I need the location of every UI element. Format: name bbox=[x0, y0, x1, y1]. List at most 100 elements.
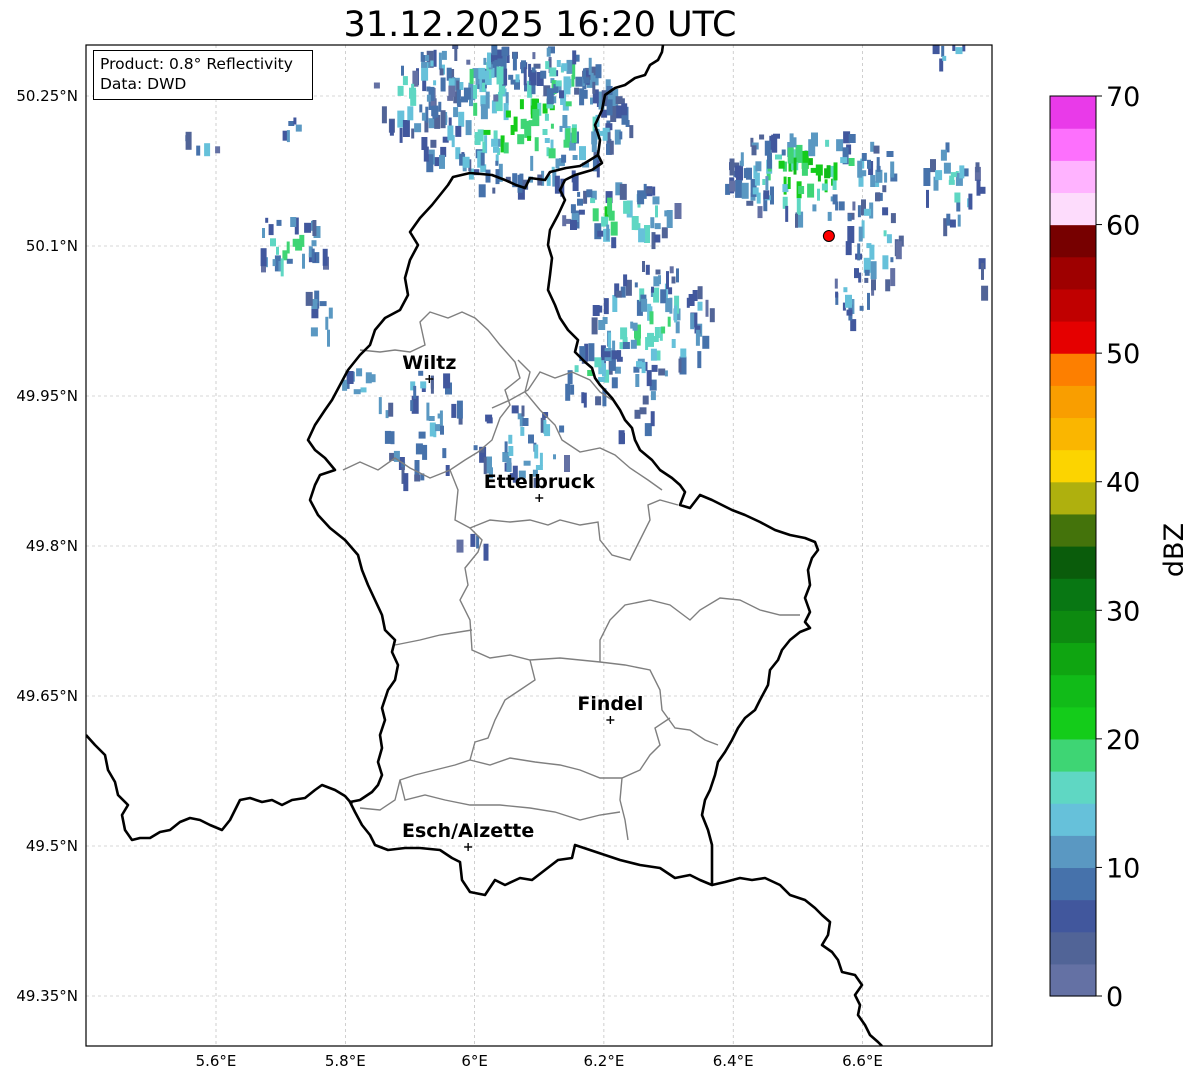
echo-pixel bbox=[952, 45, 956, 51]
echo-pixel bbox=[815, 164, 823, 176]
echo-pixel bbox=[397, 85, 404, 96]
echo-pixel bbox=[571, 127, 577, 143]
echo-pixel bbox=[440, 425, 444, 435]
echo-pixel bbox=[421, 112, 426, 121]
colorbar-segment bbox=[1050, 96, 1096, 129]
echo-pixel bbox=[949, 219, 956, 228]
echo-pixel bbox=[591, 317, 598, 335]
echo-pixel bbox=[544, 113, 549, 121]
city-label: Wiltz bbox=[402, 352, 456, 374]
echo-pixel bbox=[461, 96, 468, 103]
echo-pixel bbox=[520, 426, 525, 436]
echo-pixel bbox=[305, 291, 313, 306]
echo-pixel bbox=[676, 268, 679, 283]
echo-pixel bbox=[671, 276, 676, 284]
echo-pixel bbox=[807, 183, 815, 198]
echo-pixel bbox=[954, 192, 961, 203]
echo-pixel bbox=[443, 373, 451, 389]
echo-pixel bbox=[795, 144, 803, 163]
echo-pixel bbox=[428, 416, 435, 421]
echo-pixel bbox=[652, 196, 660, 205]
echo-pixel bbox=[632, 322, 638, 331]
echo-pixel bbox=[456, 539, 464, 553]
echo-pixel bbox=[562, 115, 568, 128]
echo-pixel bbox=[665, 303, 672, 313]
echo-pixel bbox=[505, 110, 511, 118]
echo-pixel bbox=[741, 182, 749, 199]
echo-pixel bbox=[293, 117, 297, 125]
echo-pixel bbox=[480, 152, 485, 166]
echo-pixel bbox=[588, 57, 592, 75]
echo-pixel bbox=[540, 70, 547, 79]
echo-pixel bbox=[825, 139, 830, 147]
echo-pixel bbox=[612, 340, 616, 352]
echo-pixel bbox=[674, 203, 682, 219]
echo-pixel bbox=[478, 67, 486, 79]
echo-pixel bbox=[883, 230, 887, 237]
echo-pixel bbox=[948, 179, 955, 185]
echo-pixel bbox=[501, 46, 509, 56]
echo-pixel bbox=[845, 241, 852, 256]
map-frame bbox=[85, 44, 993, 1047]
echo-pixel bbox=[752, 187, 759, 195]
echo-pixel bbox=[821, 183, 828, 191]
echo-pixel bbox=[451, 403, 457, 418]
echo-pixel bbox=[661, 326, 666, 334]
echo-pixel bbox=[690, 313, 695, 330]
city-label: Ettelbruck bbox=[484, 471, 595, 493]
echo-pixel bbox=[485, 70, 489, 85]
echo-pixel bbox=[735, 179, 743, 198]
canton-boundary-north bbox=[342, 311, 521, 479]
echo-pixel bbox=[615, 96, 623, 105]
echo-pixel bbox=[442, 448, 447, 459]
echo-pixel bbox=[801, 162, 808, 176]
echo-pixel bbox=[286, 258, 293, 264]
echo-pixel bbox=[583, 68, 586, 80]
echo-pixel bbox=[370, 374, 376, 383]
echo-pixel bbox=[598, 320, 606, 330]
echo-pixel bbox=[510, 125, 515, 135]
echo-pixel bbox=[414, 460, 420, 477]
echo-pixel bbox=[858, 226, 863, 242]
colorbar-segment bbox=[1050, 963, 1096, 997]
echo-pixel bbox=[740, 152, 744, 167]
echo-pixel bbox=[486, 417, 493, 424]
echo-pixel bbox=[611, 237, 617, 249]
echo-pixel bbox=[886, 234, 892, 244]
echo-pixel bbox=[597, 230, 604, 237]
colorbar-segment bbox=[1050, 835, 1096, 869]
echo-pixel bbox=[621, 103, 628, 116]
echo-pixel bbox=[751, 145, 757, 156]
echo-pixel bbox=[564, 455, 570, 472]
echo-pixel bbox=[295, 124, 302, 132]
echo-pixel bbox=[286, 241, 290, 254]
echo-pixel bbox=[968, 193, 973, 210]
echo-pixel bbox=[302, 253, 305, 269]
colorbar-tick-label: 0 bbox=[1106, 982, 1123, 1013]
echo-pixel bbox=[483, 543, 489, 561]
colorbar-segment bbox=[1050, 224, 1096, 258]
echo-pixel bbox=[871, 279, 876, 291]
echo-pixel bbox=[578, 209, 585, 215]
echo-pixel bbox=[276, 246, 279, 255]
colorbar-segment bbox=[1050, 867, 1096, 901]
echo-pixel bbox=[579, 146, 586, 161]
echo-pixel bbox=[574, 87, 580, 95]
echo-pixel bbox=[515, 74, 520, 83]
echo-pixel bbox=[493, 94, 499, 102]
echo-pixel bbox=[572, 50, 577, 65]
echo-pixel bbox=[867, 159, 871, 169]
echo-pixel bbox=[418, 431, 426, 439]
colorbar: 0 10 20 30 40 50 60 70 bbox=[1049, 82, 1140, 1013]
echo-pixel bbox=[680, 348, 687, 358]
echo-pixel bbox=[979, 186, 986, 194]
echo-pixel bbox=[565, 383, 571, 401]
echo-pixel bbox=[388, 402, 394, 417]
echo-pixel bbox=[885, 279, 891, 292]
echo-pixel bbox=[675, 321, 680, 334]
echo-pixel bbox=[523, 460, 531, 466]
lon-tick-label: 6.4°E bbox=[713, 1052, 754, 1070]
echo-pixel bbox=[890, 213, 896, 224]
echo-pixel bbox=[615, 290, 622, 298]
echo-pixel bbox=[652, 186, 656, 196]
